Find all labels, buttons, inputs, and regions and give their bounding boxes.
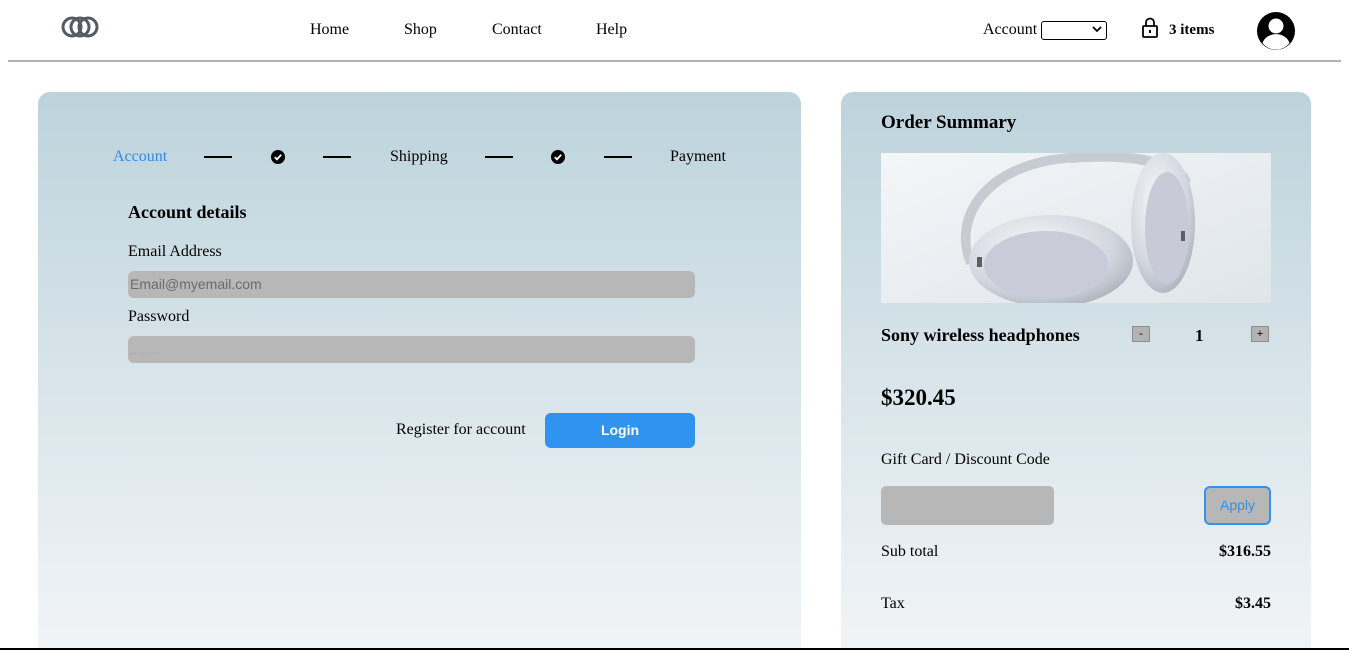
- nav-help-link[interactable]: Help: [596, 21, 627, 39]
- quantity-decrease-button[interactable]: -: [1132, 326, 1150, 342]
- subtotal-label: Sub total: [881, 543, 939, 560]
- order-summary-panel: Order Summary Sony wireless headphones -…: [841, 92, 1311, 650]
- logo-icon[interactable]: [60, 14, 100, 40]
- step-connector: [604, 156, 632, 158]
- header-divider: [8, 60, 1341, 62]
- password-placeholder: ........: [130, 346, 161, 357]
- nav-shop-link[interactable]: Shop: [404, 21, 437, 39]
- summary-title: Order Summary: [881, 112, 1017, 133]
- email-label: Email Address: [128, 243, 222, 260]
- account-label: Account: [983, 21, 1038, 38]
- subtotal-value: $316.55: [1219, 543, 1271, 560]
- password-label: Password: [128, 308, 190, 325]
- nav-home-link[interactable]: Home: [310, 21, 349, 39]
- nav-contact-link[interactable]: Contact: [492, 21, 542, 39]
- product-price: $320.45: [881, 385, 956, 410]
- account-select[interactable]: [1041, 21, 1107, 40]
- tax-label: Tax: [881, 595, 905, 612]
- product-image: [881, 153, 1271, 303]
- step-shipping[interactable]: Shipping: [390, 148, 448, 166]
- discount-label: Gift Card / Discount Code: [881, 451, 1050, 468]
- email-field[interactable]: Email@myemail.com: [128, 271, 695, 298]
- apply-button[interactable]: Apply: [1204, 486, 1271, 525]
- step-payment[interactable]: Payment: [670, 148, 726, 166]
- checkout-panel: Account Shipping Payment Account details…: [38, 92, 801, 650]
- section-title: Account details: [128, 202, 247, 222]
- password-field[interactable]: ........: [128, 336, 695, 363]
- step-account[interactable]: Account: [113, 148, 167, 166]
- check-circle-icon: [271, 150, 285, 164]
- cart-count[interactable]: 3 items: [1169, 22, 1214, 39]
- product-name: Sony wireless headphones: [881, 325, 1080, 345]
- chevron-down-icon: [1092, 26, 1102, 33]
- user-avatar-icon[interactable]: [1256, 11, 1296, 51]
- step-connector: [323, 156, 351, 158]
- discount-code-input[interactable]: [881, 486, 1054, 525]
- quantity-increase-button[interactable]: +: [1251, 326, 1269, 342]
- check-circle-icon: [551, 150, 565, 164]
- quantity-value: 1: [1195, 326, 1204, 345]
- login-button[interactable]: Login: [545, 413, 695, 448]
- lock-icon[interactable]: [1142, 17, 1158, 38]
- register-link[interactable]: Register for account: [396, 421, 526, 439]
- tax-value: $3.45: [1235, 595, 1271, 612]
- step-connector: [485, 156, 513, 158]
- site-header: Home Shop Contact Help Account 3 items: [0, 0, 1349, 62]
- step-connector: [204, 156, 232, 158]
